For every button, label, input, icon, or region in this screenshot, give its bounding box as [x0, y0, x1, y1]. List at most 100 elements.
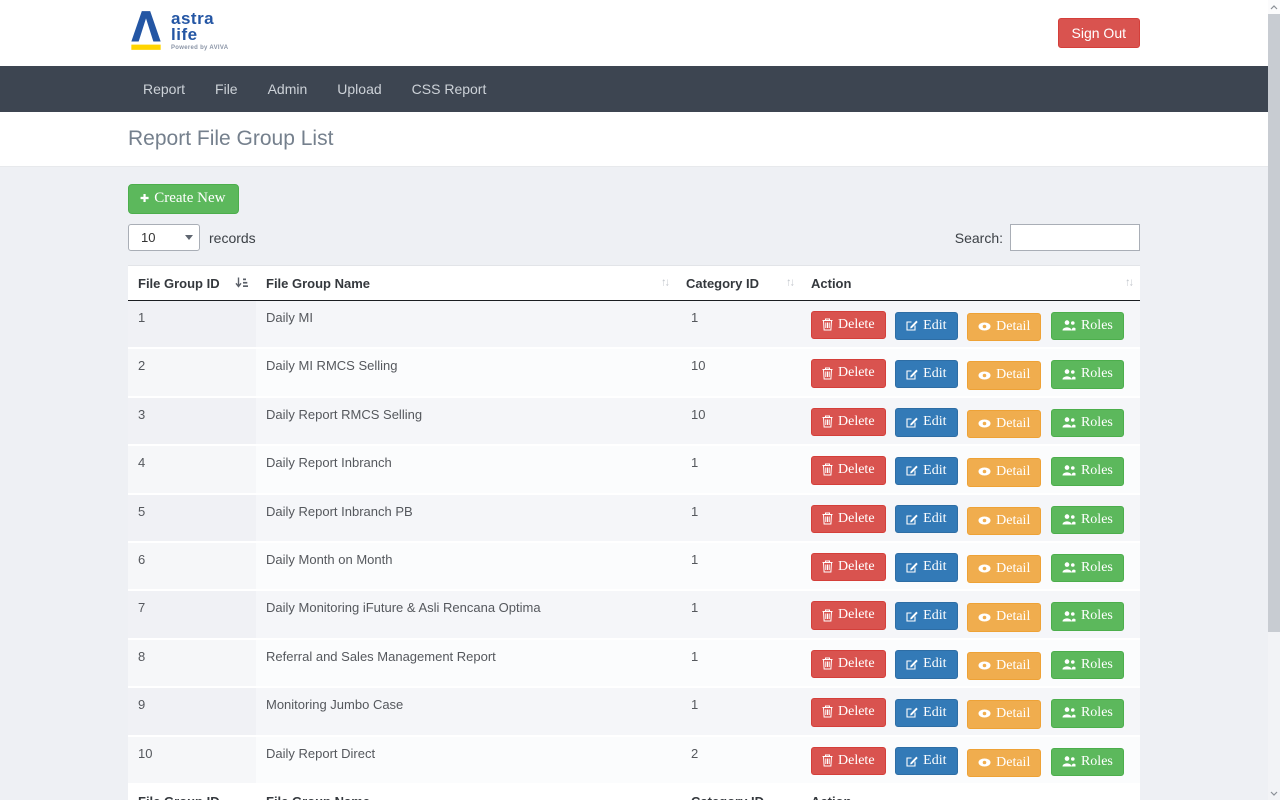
- pencil-square-icon: [906, 706, 918, 718]
- delete-button[interactable]: Delete: [811, 505, 886, 533]
- column-header-action[interactable]: Action ↑↓: [801, 266, 1140, 301]
- delete-button[interactable]: Delete: [811, 359, 886, 387]
- records-label: records: [209, 230, 256, 246]
- detail-button[interactable]: Detail: [967, 410, 1041, 438]
- column-header-file-group-id[interactable]: File Group ID: [128, 266, 256, 301]
- detail-button[interactable]: Detail: [967, 361, 1041, 389]
- roles-label: Roles: [1081, 608, 1113, 623]
- cell-file-group-id: 7: [128, 590, 256, 638]
- search-label: Search:: [955, 230, 1003, 246]
- table-row: 8 Referral and Sales Management Report 1…: [128, 639, 1140, 687]
- nav-item-file[interactable]: File: [200, 66, 253, 112]
- users-icon-button[interactable]: Roles: [1051, 748, 1124, 776]
- eye-icon: [978, 322, 991, 331]
- sign-out-button[interactable]: Sign Out: [1058, 18, 1140, 48]
- delete-button[interactable]: Delete: [811, 311, 886, 339]
- table-row: 10 Daily Report Direct 2 Delete Edit Det…: [128, 736, 1140, 784]
- delete-button[interactable]: Delete: [811, 698, 886, 726]
- delete-label: Delete: [838, 462, 875, 477]
- column-header-file-group-name[interactable]: File Group Name ↑↓: [256, 266, 676, 301]
- users-icon-button[interactable]: Roles: [1051, 506, 1124, 534]
- users-icon-button[interactable]: Roles: [1051, 699, 1124, 727]
- users-icon-button[interactable]: Roles: [1051, 312, 1124, 340]
- pencil-square-icon: [906, 416, 918, 428]
- cell-category-id: 1: [676, 687, 801, 735]
- edit-button[interactable]: Edit: [895, 699, 957, 727]
- users-icon-button[interactable]: Roles: [1051, 602, 1124, 630]
- detail-button[interactable]: Detail: [967, 652, 1041, 680]
- table-row: 2 Daily MI RMCS Selling 10 Delete Edit D…: [128, 348, 1140, 396]
- edit-button[interactable]: Edit: [895, 457, 957, 485]
- detail-button[interactable]: Detail: [967, 749, 1041, 777]
- roles-label: Roles: [1081, 705, 1113, 720]
- column-header-category-id[interactable]: Category ID ↑↓: [676, 266, 801, 301]
- delete-button[interactable]: Delete: [811, 456, 886, 484]
- roles-label: Roles: [1081, 463, 1113, 478]
- delete-button[interactable]: Delete: [811, 601, 886, 629]
- eye-icon: [978, 371, 991, 380]
- delete-button[interactable]: Delete: [811, 408, 886, 436]
- brand-logo[interactable]: astra life Powered by AVIVA: [128, 9, 228, 58]
- detail-button[interactable]: Detail: [967, 507, 1041, 535]
- detail-button[interactable]: Detail: [967, 458, 1041, 486]
- edit-button[interactable]: Edit: [895, 408, 957, 436]
- edit-button[interactable]: Edit: [895, 360, 957, 388]
- delete-button[interactable]: Delete: [811, 747, 886, 775]
- delete-label: Delete: [838, 414, 875, 429]
- sort-both-icon: ↑↓: [1125, 278, 1132, 289]
- users-icon-button[interactable]: Roles: [1051, 651, 1124, 679]
- edit-button[interactable]: Edit: [895, 747, 957, 775]
- table-row: 4 Daily Report Inbranch 1 Delete Edit De…: [128, 445, 1140, 493]
- scrollbar[interactable]: [1268, 0, 1280, 800]
- cell-actions: Delete Edit Detail Roles: [801, 687, 1140, 735]
- scrollbar-thumb[interactable]: [1268, 14, 1280, 632]
- scroll-up-icon[interactable]: [1268, 0, 1280, 14]
- detail-button[interactable]: Detail: [967, 700, 1041, 728]
- users-icon: [1062, 611, 1076, 622]
- nav-item-report[interactable]: Report: [128, 66, 200, 112]
- detail-button[interactable]: Detail: [967, 313, 1041, 341]
- delete-label: Delete: [838, 607, 875, 622]
- edit-button[interactable]: Edit: [895, 553, 957, 581]
- cell-file-group-id: 3: [128, 397, 256, 445]
- edit-button[interactable]: Edit: [895, 650, 957, 678]
- detail-label: Detail: [996, 561, 1030, 576]
- edit-label: Edit: [923, 705, 946, 720]
- trash-icon: [822, 512, 833, 525]
- users-icon: [1062, 756, 1076, 767]
- footer-column-file-group-name: File Group Name: [256, 784, 676, 800]
- cell-actions: Delete Edit Detail Roles: [801, 445, 1140, 493]
- create-new-button[interactable]: ✚ Create New: [128, 184, 239, 214]
- edit-button[interactable]: Edit: [895, 602, 957, 630]
- edit-button[interactable]: Edit: [895, 312, 957, 340]
- footer-column-action: Action: [801, 784, 1140, 800]
- users-icon-button[interactable]: Roles: [1051, 554, 1124, 582]
- nav-item-admin[interactable]: Admin: [253, 66, 323, 112]
- search-input[interactable]: [1010, 224, 1140, 251]
- trash-icon: [822, 754, 833, 767]
- roles-label: Roles: [1081, 318, 1113, 333]
- eye-icon: [978, 516, 991, 525]
- detail-label: Detail: [996, 416, 1030, 431]
- eye-icon: [978, 419, 991, 428]
- eye-icon: [978, 564, 991, 573]
- delete-button[interactable]: Delete: [811, 650, 886, 678]
- delete-button[interactable]: Delete: [811, 553, 886, 581]
- roles-label: Roles: [1081, 415, 1113, 430]
- detail-label: Detail: [996, 464, 1030, 479]
- detail-button[interactable]: Detail: [967, 603, 1041, 631]
- nav-item-css-report[interactable]: CSS Report: [397, 66, 502, 112]
- eye-icon: [978, 467, 991, 476]
- users-icon-button[interactable]: Roles: [1051, 457, 1124, 485]
- users-icon-button[interactable]: Roles: [1051, 360, 1124, 388]
- astra-life-logo-icon: [128, 9, 164, 58]
- detail-button[interactable]: Detail: [967, 555, 1041, 583]
- edit-label: Edit: [923, 559, 946, 574]
- trash-icon: [822, 463, 833, 476]
- page: astra life Powered by AVIVA Sign Out Rep…: [0, 0, 1268, 800]
- nav-item-upload[interactable]: Upload: [322, 66, 396, 112]
- edit-button[interactable]: Edit: [895, 505, 957, 533]
- users-icon-button[interactable]: Roles: [1051, 409, 1124, 437]
- scroll-down-icon[interactable]: [1268, 786, 1280, 800]
- records-per-page-select[interactable]: 10: [128, 224, 200, 251]
